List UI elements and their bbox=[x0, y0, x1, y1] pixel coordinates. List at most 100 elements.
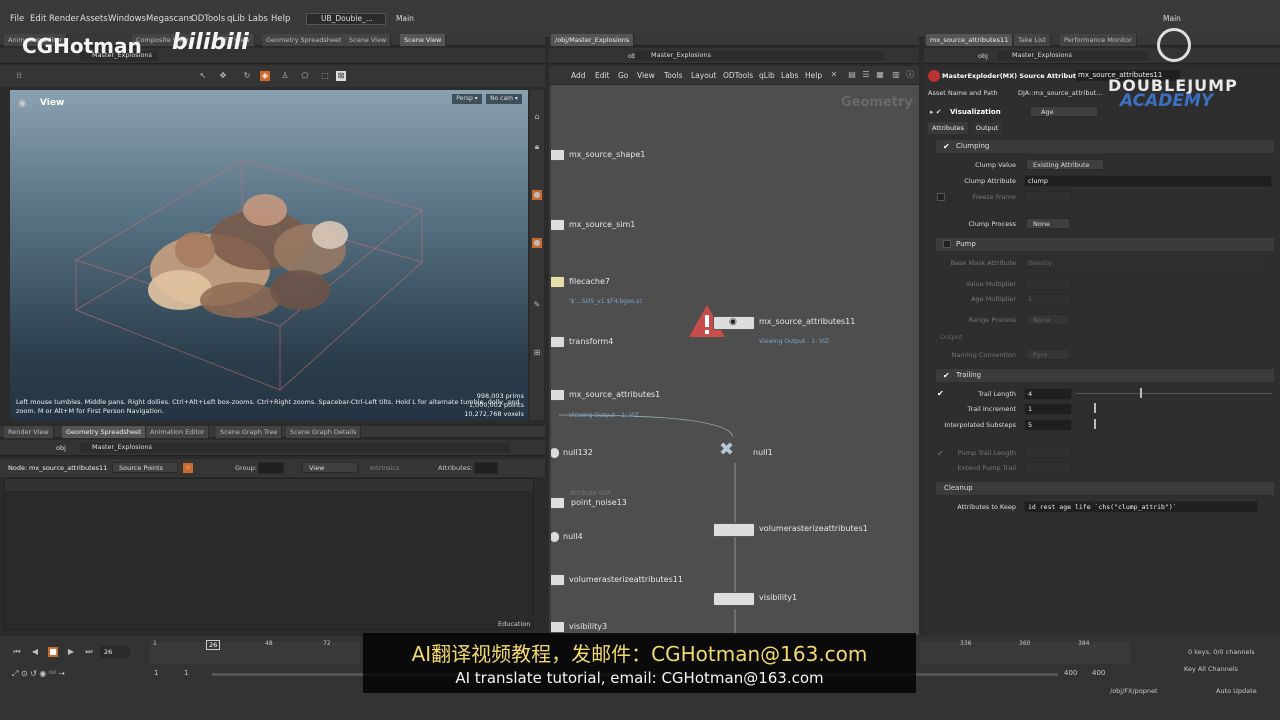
net-menu-help[interactable]: Help bbox=[805, 71, 822, 80]
tab-scene-graph-tree[interactable]: Scene Graph Tree bbox=[216, 426, 283, 438]
attributes-filter-field[interactable] bbox=[474, 462, 498, 474]
clumping-check-icon[interactable]: ✔ bbox=[943, 142, 950, 151]
value-multiplier-field[interactable] bbox=[1024, 278, 1072, 290]
node-mx-source-shape1[interactable] bbox=[549, 149, 565, 161]
persp-button[interactable]: Persp ▾ bbox=[452, 94, 482, 104]
age-multiplier-field[interactable]: 1 bbox=[1024, 293, 1072, 305]
pin-icon[interactable]: ✎ bbox=[532, 300, 542, 310]
menu-odtools[interactable]: ODTools bbox=[191, 14, 225, 24]
freeze-frame-field[interactable] bbox=[1024, 191, 1072, 203]
pose-icon[interactable]: ♙ bbox=[280, 71, 290, 81]
net-menu-tools[interactable]: Tools bbox=[664, 71, 682, 80]
tab-params-node[interactable]: mx_source_attributes11 bbox=[926, 34, 1014, 46]
current-frame-field[interactable]: 26 bbox=[100, 646, 130, 658]
trailing-section[interactable]: Trailing bbox=[936, 369, 1274, 382]
tab-scene-view-active[interactable]: Scene View bbox=[400, 34, 447, 46]
tab-take-list[interactable]: Take List bbox=[1014, 34, 1051, 46]
menu-help[interactable]: Help bbox=[271, 14, 290, 24]
tab-performance-monitor[interactable]: Performance Monitor bbox=[1060, 34, 1137, 46]
menu-edit[interactable]: Edit bbox=[30, 14, 46, 24]
intrinsics-label[interactable]: Intrinsics bbox=[370, 464, 399, 472]
network-editor[interactable]: Geometry mx_source_shape1 mx_source_sim1… bbox=[549, 85, 919, 635]
desktop-selector[interactable]: UB_Double_... bbox=[306, 13, 386, 25]
node-mx-source-attributes1[interactable] bbox=[549, 389, 565, 401]
play-back-icon[interactable]: ◀ bbox=[30, 647, 40, 657]
range-start[interactable]: 1 bbox=[154, 669, 158, 677]
visualization-dropdown[interactable]: Age bbox=[1030, 106, 1098, 117]
node-point-noise13[interactable] bbox=[549, 497, 565, 509]
trail-increment-slider-handle[interactable] bbox=[1094, 403, 1096, 413]
playback-end[interactable]: 400 bbox=[1064, 669, 1077, 677]
interp-substeps-field[interactable]: 5 bbox=[1024, 419, 1072, 431]
net-menu-odtools[interactable]: ODTools bbox=[723, 71, 753, 80]
layout-icon[interactable]: ▤ bbox=[847, 70, 857, 80]
wrench-icon[interactable]: ✕ bbox=[829, 70, 839, 80]
group-field[interactable] bbox=[258, 462, 284, 474]
viewport[interactable]: ◉ View Persp ▾ No cam ▾ Left mouse tumbl… bbox=[10, 90, 528, 420]
pump-check[interactable] bbox=[943, 240, 951, 248]
attrib-class-dropdown[interactable]: Source Points bbox=[112, 462, 178, 473]
trail-length-field[interactable]: 4 bbox=[1024, 388, 1072, 400]
go-start-icon[interactable]: ⏮ bbox=[12, 647, 22, 657]
desktop-main-label[interactable]: Main bbox=[396, 14, 414, 23]
tab-geometry-spreadsheet[interactable]: Geometry Spreadsheet bbox=[262, 34, 347, 46]
menu-megascans[interactable]: Megascans bbox=[146, 14, 193, 24]
select-icon[interactable]: ↖ bbox=[198, 71, 208, 81]
params-path-geo[interactable]: Master_Explosions bbox=[998, 51, 1148, 61]
menu-windows[interactable]: Windows bbox=[108, 14, 146, 24]
handle-icon[interactable]: ◈ bbox=[260, 71, 270, 81]
lock-icon[interactable]: 🔒︎ bbox=[532, 142, 542, 152]
view-dropdown[interactable]: View bbox=[302, 462, 358, 473]
net-menu-view[interactable]: View bbox=[637, 71, 655, 80]
desktop-main-label-right[interactable]: Main bbox=[1163, 14, 1181, 23]
attributes-to-keep-field[interactable]: id rest age life `chs("clump_attrib")` bbox=[1024, 501, 1258, 513]
network-path-geo[interactable]: Master_Explosions bbox=[635, 51, 885, 61]
range-process-dropdown[interactable]: None bbox=[1026, 314, 1070, 325]
spreadsheet-table[interactable] bbox=[4, 478, 534, 630]
tab-render-view[interactable]: Render View bbox=[4, 426, 54, 438]
net-menu-qlib[interactable]: qLib bbox=[759, 71, 775, 80]
node-null1[interactable]: ✖ bbox=[719, 441, 734, 459]
params-path-obj[interactable]: obj bbox=[978, 52, 988, 60]
play-icon[interactable]: ▶ bbox=[66, 647, 76, 657]
grid-icon[interactable]: ⁞⁞ bbox=[14, 71, 24, 81]
tree-icon[interactable]: ▥ bbox=[891, 70, 901, 80]
tab-geo-spreadsheet[interactable]: Geometry Spreadsheet bbox=[62, 426, 147, 438]
key-all-channels-button[interactable]: Key All Channels bbox=[1184, 665, 1238, 673]
move-icon[interactable]: ✥ bbox=[218, 71, 228, 81]
pump-trail-length-field[interactable] bbox=[1024, 447, 1072, 459]
clumping-section[interactable]: Clumping bbox=[936, 140, 1274, 153]
trail-length-slider[interactable] bbox=[1076, 393, 1272, 394]
node-visibility3[interactable] bbox=[549, 621, 565, 633]
menu-assets[interactable]: Assets bbox=[80, 14, 108, 24]
clump-value-dropdown[interactable]: Existing Attribute bbox=[1026, 159, 1104, 170]
extend-pump-trail-field[interactable] bbox=[1024, 462, 1072, 474]
display-icon[interactable]: ● bbox=[532, 190, 542, 200]
node-transform4[interactable] bbox=[549, 336, 565, 348]
tab-scene-graph-details[interactable]: Scene Graph Details bbox=[286, 426, 362, 438]
home-icon[interactable]: ⌂ bbox=[532, 112, 542, 122]
render-icon[interactable]: ⊠ bbox=[336, 71, 346, 81]
camera-button[interactable]: No cam ▾ bbox=[486, 94, 522, 104]
net-menu-edit[interactable]: Edit bbox=[595, 71, 610, 80]
trailing-check-icon[interactable]: ✔ bbox=[943, 371, 950, 380]
rotate-icon[interactable]: ↻ bbox=[242, 71, 252, 81]
net-menu-add[interactable]: Add bbox=[571, 71, 586, 80]
spreadsheet-path-obj[interactable]: obj bbox=[56, 444, 66, 452]
naming-convention-dropdown[interactable]: Pyro bbox=[1026, 349, 1070, 360]
clump-process-dropdown[interactable]: None bbox=[1026, 218, 1070, 229]
clump-attribute-field[interactable]: clump bbox=[1024, 175, 1272, 187]
net-menu-layout[interactable]: Layout bbox=[691, 71, 717, 80]
vis-collapse-icon[interactable]: ▸ ✔ bbox=[930, 108, 942, 116]
node-mx-source-sim1[interactable] bbox=[549, 219, 565, 231]
shading-icon[interactable]: ● bbox=[532, 238, 542, 248]
menu-qlib[interactable]: qLib bbox=[227, 14, 245, 24]
menu-render[interactable]: Render bbox=[49, 14, 79, 24]
snap-grid-icon[interactable]: ⊞ bbox=[532, 348, 542, 358]
current-frame-marker[interactable]: 26 bbox=[206, 640, 221, 650]
base-mask-field[interactable]: density bbox=[1024, 257, 1272, 269]
cleanup-section[interactable]: Cleanup bbox=[936, 482, 1274, 495]
pump-section[interactable]: Pump bbox=[936, 238, 1274, 251]
tab-network-path[interactable]: /obj/Master_Explosions bbox=[551, 34, 635, 46]
node-volumerasterizeattributes11[interactable] bbox=[549, 574, 565, 586]
